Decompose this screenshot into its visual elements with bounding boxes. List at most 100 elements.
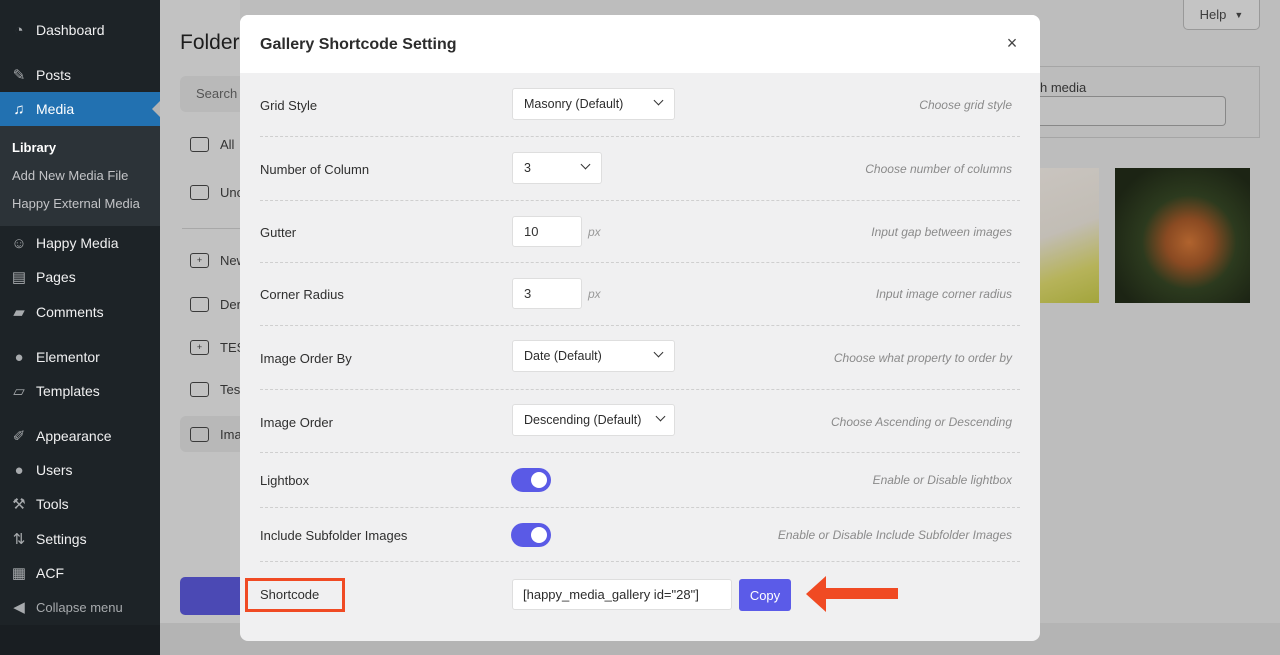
select-value: Date (Default) <box>524 349 602 363</box>
unit-label: px <box>588 287 601 301</box>
search-media-input[interactable] <box>1040 96 1226 126</box>
sidebar-item-happy-media[interactable]: ☺ Happy Media <box>0 226 160 260</box>
sidebar-item-dashboard[interactable]: ◔ Dashboard <box>0 13 160 47</box>
folder-item[interactable]: All <box>190 137 234 152</box>
close-icon[interactable]: × <box>1002 33 1022 53</box>
search-media-label: h media <box>1040 80 1087 95</box>
folder-item[interactable]: + TES <box>190 340 245 355</box>
sidebar-item-templates[interactable]: ▱ Templates <box>0 374 160 408</box>
collapse-menu-label: Collapse menu <box>36 599 123 615</box>
select-value: 3 <box>524 161 531 175</box>
order-by-select[interactable]: Date (Default) <box>512 340 675 372</box>
sidebar-item-acf[interactable]: ▦ ACF <box>0 556 160 590</box>
help-label: Help <box>1199 7 1227 22</box>
setting-description: Input gap between images <box>871 225 1012 239</box>
setting-description: Choose grid style <box>919 98 1012 112</box>
setting-row-columns: Number of Column 3 Choose number of colu… <box>260 137 1020 201</box>
columns-select[interactable]: 3 <box>512 152 602 184</box>
folder-item[interactable]: Der <box>190 297 241 312</box>
collapse-menu-button[interactable]: ◀ Collapse menu <box>0 590 160 624</box>
folder-icon <box>190 426 209 442</box>
lightbox-toggle[interactable] <box>511 468 551 492</box>
sidebar-item-tools[interactable]: ⚒ Tools <box>0 487 160 521</box>
toggle-knob <box>531 527 547 543</box>
submenu-item-external-media[interactable]: Happy External Media <box>12 196 140 211</box>
subfolder-toggle[interactable] <box>511 523 551 547</box>
user-icon: ● <box>14 461 24 479</box>
corner-radius-input[interactable] <box>512 278 582 309</box>
brush-icon: ✐ <box>12 428 26 445</box>
help-button[interactable]: Help ▼ <box>1183 0 1260 30</box>
sidebar-item-media[interactable]: ♫ Media <box>0 92 160 126</box>
folder-open-icon: ▱ <box>13 383 25 400</box>
media-submenu: Library Add New Media File Happy Externa… <box>0 126 160 226</box>
sidebar-item-label: Tools <box>36 496 69 512</box>
gutter-input[interactable] <box>512 216 582 247</box>
arrow-shape <box>806 576 898 612</box>
sidebar-item-label: Appearance <box>36 428 112 444</box>
folder-icon <box>190 185 209 200</box>
setting-row-order-by: Image Order By Date (Default) Choose wha… <box>260 326 1020 390</box>
media-icon: ♫ <box>13 100 25 118</box>
sidebar-item-appearance[interactable]: ✐ Appearance <box>0 419 160 453</box>
setting-label: Image Order By <box>260 351 352 366</box>
sidebar-item-label: ACF <box>36 565 64 581</box>
folder-plus-icon: + <box>190 253 209 268</box>
setting-row-corner-radius: Corner Radius px Input image corner radi… <box>260 263 1020 326</box>
modal-title: Gallery Shortcode Setting <box>260 36 457 53</box>
setting-row-order: Image Order Descending (Default) Choose … <box>260 390 1020 453</box>
submenu-item-add-new[interactable]: Add New Media File <box>12 168 128 183</box>
setting-row-grid-style: Grid Style Masonry (Default) Choose grid… <box>260 73 1020 137</box>
folder-item[interactable]: + New <box>190 253 246 268</box>
chevron-down-icon <box>653 347 664 358</box>
folder-label: Der <box>220 297 241 312</box>
sidebar-item-label: Posts <box>36 67 72 83</box>
folder-icon <box>190 137 209 152</box>
annotation-arrow-icon <box>806 576 898 612</box>
setting-label: Corner Radius <box>260 287 344 302</box>
sidebar-item-label: Comments <box>36 304 104 320</box>
comment-icon: ▰ <box>13 304 25 321</box>
elementor-icon: ● <box>14 348 24 366</box>
sidebar-item-posts[interactable]: ✎ Posts <box>0 58 160 92</box>
setting-description: Choose what property to order by <box>833 351 1012 365</box>
table-icon: ▦ <box>11 565 27 582</box>
sidebar-item-elementor[interactable]: ● Elementor <box>0 340 160 374</box>
sidebar-item-users[interactable]: ● Users <box>0 453 160 487</box>
setting-description: Choose number of columns <box>865 162 1012 176</box>
shortcode-input[interactable] <box>512 579 732 610</box>
submenu-item-library[interactable]: Library <box>12 140 56 155</box>
folder-label: Tes <box>220 382 241 397</box>
setting-label: Gutter <box>260 225 297 240</box>
setting-description: Enable or Disable Include Subfolder Imag… <box>777 528 1012 542</box>
setting-label: Grid Style <box>260 98 318 113</box>
caret-down-icon: ▼ <box>1234 9 1244 20</box>
sidebar-item-pages[interactable]: ▤ Pages <box>0 260 160 294</box>
media-thumbnail[interactable] <box>1115 168 1250 303</box>
pages-icon: ▤ <box>11 269 27 286</box>
select-value: Masonry (Default) <box>524 97 624 111</box>
modal-header: Gallery Shortcode Setting × <box>240 15 1040 73</box>
setting-row-subfolders: Include Subfolder Images Enable or Disab… <box>260 508 1020 562</box>
gallery-shortcode-modal: Gallery Shortcode Setting × Grid Style M… <box>240 15 1040 641</box>
folder-plus-icon: + <box>190 340 209 355</box>
sidebar-item-label: Settings <box>36 531 87 547</box>
folder-item[interactable]: Unc <box>190 185 243 200</box>
sliders-icon: ⇅ <box>12 531 26 548</box>
media-thumbnail[interactable] <box>1040 168 1099 303</box>
setting-label: Number of Column <box>260 162 370 177</box>
setting-label: Image Order <box>260 415 333 430</box>
unit-label: px <box>588 225 601 239</box>
chevron-down-icon <box>580 159 591 170</box>
sidebar-item-label: Dashboard <box>36 22 105 38</box>
folder-label: All <box>220 137 235 152</box>
sidebar-item-label: Media <box>36 101 75 117</box>
setting-row-lightbox: Lightbox Enable or Disable lightbox <box>260 453 1020 508</box>
wrench-icon: ⚒ <box>12 496 26 513</box>
folder-item[interactable]: Tes <box>190 382 240 397</box>
grid-style-select[interactable]: Masonry (Default) <box>512 88 675 120</box>
sidebar-item-settings[interactable]: ⇅ Settings <box>0 522 160 556</box>
copy-button[interactable]: Copy <box>739 579 791 611</box>
order-select[interactable]: Descending (Default) <box>512 404 675 436</box>
sidebar-item-comments[interactable]: ▰ Comments <box>0 295 160 329</box>
